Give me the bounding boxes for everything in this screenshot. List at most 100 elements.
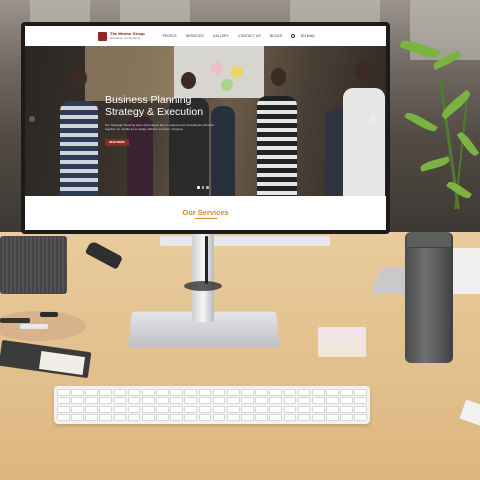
keyboard-key <box>255 414 268 421</box>
keyboard-key <box>184 397 198 405</box>
nav-item-people[interactable]: PEOPLE <box>163 34 177 38</box>
keyboard-key <box>340 389 353 396</box>
keyboard-key <box>156 414 169 421</box>
brand-logo[interactable]: The Mentor Group Elevating. Accelerating <box>110 32 145 41</box>
keyboard-key <box>71 405 84 413</box>
tray-item <box>20 324 48 329</box>
keyboard-key <box>57 397 70 405</box>
hero-person <box>60 101 98 196</box>
keyboard-key <box>269 389 283 396</box>
keyboard-key <box>71 389 84 396</box>
keyboard-key <box>311 414 325 421</box>
keyboard-key <box>283 405 297 413</box>
hero-title: Business Planning Strategy & Execution <box>105 94 204 118</box>
background-keyboard <box>160 236 330 246</box>
keyboard-key <box>255 397 268 405</box>
keyboard-key <box>198 414 212 421</box>
keyboard-key <box>212 397 226 405</box>
keyboard-key <box>326 414 339 421</box>
monitor-cable <box>205 236 208 284</box>
keyboard-key <box>170 389 183 396</box>
hero-person-head <box>355 62 371 80</box>
keyboard-key <box>226 397 240 405</box>
keyboard-key <box>311 405 325 413</box>
keyboard-key <box>326 397 339 405</box>
hero-wall <box>85 46 175 101</box>
keyboard-key <box>354 397 367 405</box>
keyboard-key <box>170 405 183 413</box>
keyboard-key <box>311 397 325 405</box>
slider-dot[interactable] <box>197 186 200 189</box>
nav-item-services[interactable]: SERVICES <box>186 34 204 38</box>
hero-person-head <box>181 72 196 89</box>
keyboard-key <box>127 414 141 421</box>
keyboard-key <box>241 414 254 421</box>
slider-dot[interactable] <box>201 186 204 189</box>
nav-item-blogs[interactable]: BLOGS <box>270 34 282 38</box>
keyboard-key <box>71 414 84 421</box>
keyboard-key <box>297 405 311 413</box>
water-bottle <box>405 232 453 363</box>
keyboard-key <box>226 389 240 396</box>
monitor-stand-neck <box>192 234 214 322</box>
keyboard-key <box>340 405 353 413</box>
keyboard-key <box>269 414 283 421</box>
keyboard-key <box>141 414 155 421</box>
keyboard-key <box>99 405 113 413</box>
hero-person-head <box>271 68 286 86</box>
keyboard-key <box>156 397 169 405</box>
keyboard-key <box>85 414 98 421</box>
keyboard-key <box>297 397 311 405</box>
tray-item <box>40 312 58 317</box>
keyboard-key <box>340 414 353 421</box>
services-section: Our Services <box>25 196 386 230</box>
keyboard-key <box>141 389 155 396</box>
hero-person <box>343 88 385 196</box>
keyboard-key <box>57 414 70 421</box>
slider-prev-button[interactable] <box>29 116 35 122</box>
site-navbar: The Mentor Group Elevating. Accelerating… <box>25 26 386 46</box>
keyboard-key <box>255 405 268 413</box>
keyboard-key <box>198 389 212 396</box>
keyboard-key <box>269 405 283 413</box>
shield-logo-icon[interactable] <box>98 31 107 41</box>
nav-item-gallery[interactable]: GALLERY <box>213 34 229 38</box>
language-selector[interactable]: EN MAIL <box>301 34 315 38</box>
keyboard-key <box>269 397 283 405</box>
keyboard-key <box>354 414 367 421</box>
search-icon[interactable] <box>290 34 295 38</box>
keyboard-key <box>255 389 268 396</box>
keyboard-key <box>226 405 240 413</box>
keyboard-key <box>85 397 98 405</box>
keyboard-key <box>170 414 183 421</box>
services-underline <box>195 218 217 219</box>
slider-next-button[interactable] <box>370 116 376 122</box>
keyboard-key <box>241 405 254 413</box>
keyboard-key <box>113 414 127 421</box>
keyboard-key <box>241 397 254 405</box>
keyboard-key <box>99 414 113 421</box>
ribbed-pot <box>0 236 67 294</box>
bottle-cap <box>407 232 451 248</box>
emoji-sticker <box>231 66 243 78</box>
keyboard-key <box>198 397 212 405</box>
keyboard-key <box>57 405 70 413</box>
brand-tagline: Elevating. Accelerating <box>110 36 141 40</box>
keyboard-key <box>85 389 98 396</box>
tray-item <box>0 318 30 323</box>
read-more-button[interactable]: READ MORE <box>105 139 129 146</box>
keyboard-key <box>311 389 325 396</box>
keyboard-key <box>85 405 98 413</box>
keyboard-key <box>198 405 212 413</box>
nav-item-contact[interactable]: CONTACT US <box>238 34 261 38</box>
monitor-screen: The Mentor Group Elevating. Accelerating… <box>25 26 386 230</box>
keyboard-key <box>326 405 339 413</box>
keyboard-key <box>354 389 367 396</box>
monitor: The Mentor Group Elevating. Accelerating… <box>21 22 390 234</box>
emoji-sticker <box>221 79 233 91</box>
keyboard-key <box>326 389 339 396</box>
slider-dot[interactable] <box>206 186 209 189</box>
keyboard-key <box>184 389 198 396</box>
sticky-notes <box>318 327 366 357</box>
keyboard-key <box>297 389 311 396</box>
